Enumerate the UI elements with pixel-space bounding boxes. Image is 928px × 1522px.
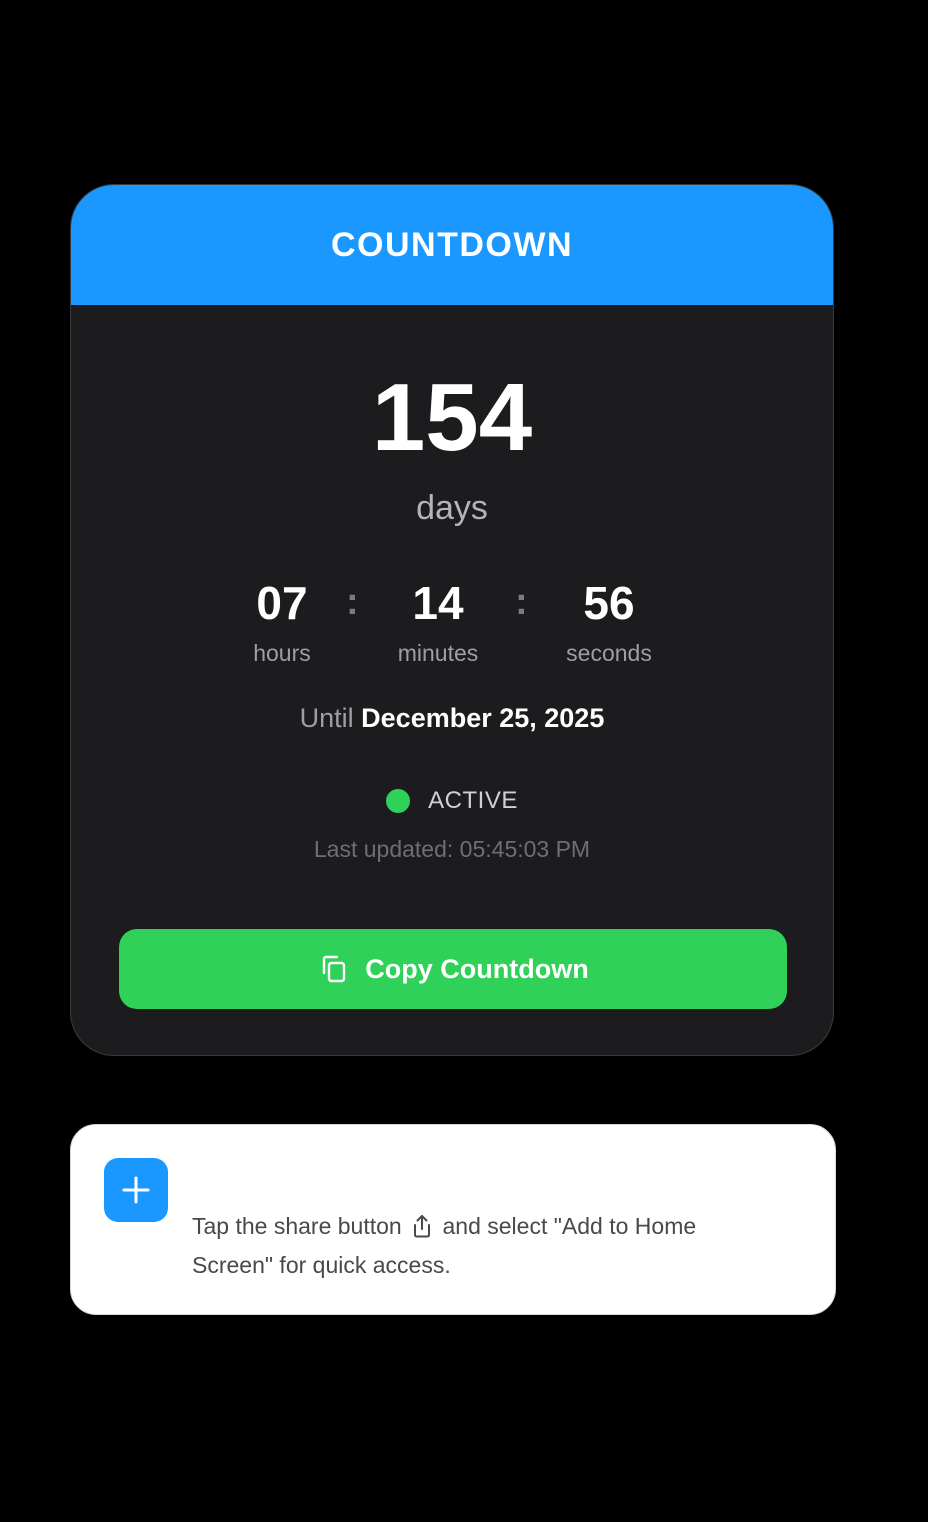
seconds-unit: 56 seconds bbox=[539, 577, 679, 667]
time-breakdown: 07 hours : 14 minutes : 56 seconds bbox=[71, 577, 833, 667]
time-separator: : bbox=[346, 581, 359, 623]
hint-text-before: Tap the share button bbox=[192, 1213, 402, 1239]
status-indicator: ACTIVE bbox=[71, 787, 833, 815]
days-label: days bbox=[416, 489, 488, 527]
hours-label: hours bbox=[253, 640, 311, 666]
last-updated: Last updated: 05:45:03 PM bbox=[313, 836, 591, 862]
hours-unit: 07 hours bbox=[212, 577, 352, 667]
target-date: Until December 25, 2025 bbox=[71, 701, 833, 735]
status-badge: ACTIVE bbox=[428, 787, 518, 814]
copy-countdown-label: Copy Countdown bbox=[365, 953, 589, 984]
copy-icon bbox=[317, 953, 349, 985]
plus-icon bbox=[104, 1158, 168, 1222]
minutes-value: 14 bbox=[412, 577, 464, 629]
hint-text: Tap the share button and select "Add to … bbox=[192, 1207, 782, 1285]
seconds-label: seconds bbox=[566, 640, 652, 666]
time-separator: : bbox=[515, 581, 528, 623]
page-title: COUNTDOWN bbox=[330, 225, 574, 264]
hours-value: 07 bbox=[256, 577, 308, 629]
target-date-value: December 25, 2025 bbox=[361, 703, 605, 733]
seconds-value: 56 bbox=[583, 577, 635, 629]
minutes-unit: 14 minutes bbox=[368, 577, 508, 667]
target-date-prefix: Until bbox=[299, 703, 354, 733]
countdown-card: COUNTDOWN 154 days 07 hours : 14 minutes… bbox=[70, 184, 834, 1056]
copy-countdown-button[interactable]: Copy Countdown bbox=[119, 929, 787, 1009]
share-icon bbox=[411, 1211, 433, 1238]
status-dot-icon bbox=[386, 789, 411, 813]
days-value: 154 bbox=[371, 364, 533, 471]
minutes-label: minutes bbox=[397, 640, 479, 666]
card-header: COUNTDOWN bbox=[71, 185, 833, 305]
add-to-home-hint: Tap the share button and select "Add to … bbox=[70, 1124, 836, 1315]
